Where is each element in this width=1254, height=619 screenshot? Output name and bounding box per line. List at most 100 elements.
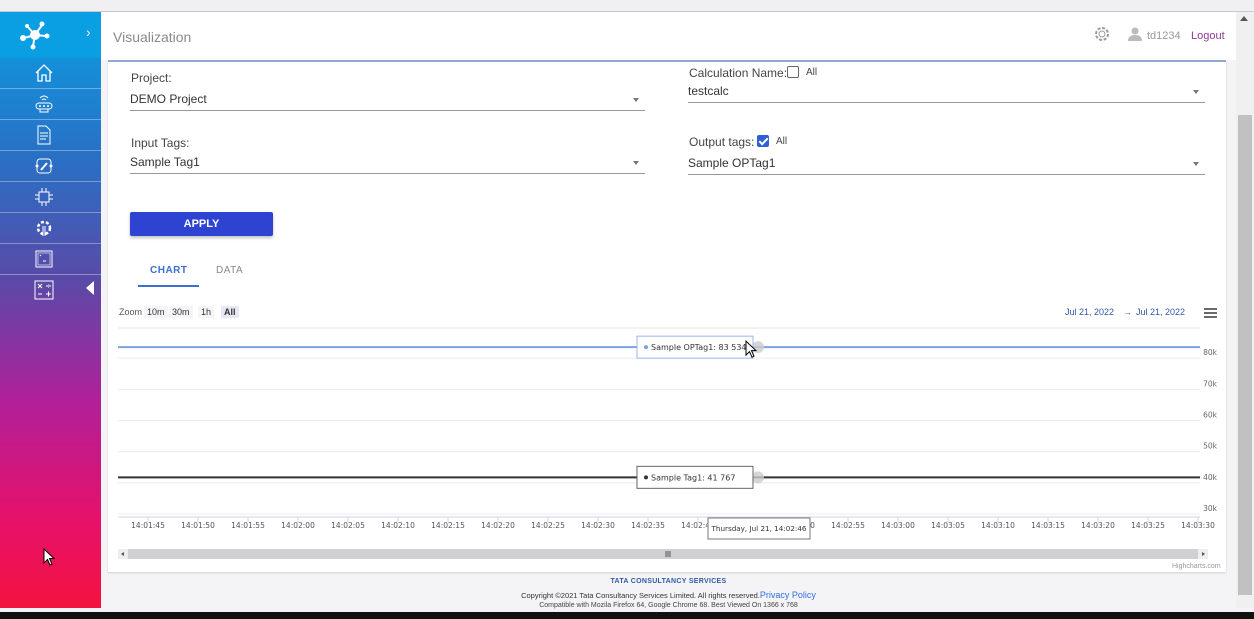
calculator-icon: [34, 280, 54, 300]
chevron-down-icon: [1193, 162, 1199, 166]
y-tick-label: 50k: [1203, 442, 1218, 451]
calculation-name-label: Calculation Name:: [689, 66, 788, 80]
project-label: Project:: [131, 71, 172, 85]
chip-icon: [35, 188, 53, 206]
sidebar-item-configuration[interactable]: [0, 213, 101, 244]
x-tick-label: 14:02:25: [531, 521, 565, 530]
date-to-input[interactable]: Jul 21, 2022: [1136, 307, 1185, 317]
copyright-text: Copyright ©2021 Tata Consultancy Service…: [521, 591, 760, 600]
output-tags-all-label: All: [776, 136, 788, 147]
mouse-cursor-icon: [43, 548, 56, 566]
username: td1234: [1147, 30, 1181, 42]
app-logo[interactable]: ›: [0, 12, 101, 58]
date-from-input[interactable]: Jul 21, 2022: [1065, 307, 1114, 317]
y-tick-label: 40k: [1203, 473, 1218, 482]
x-tick-label: 14:03:10: [981, 521, 1015, 530]
gear-icon[interactable]: [1093, 25, 1111, 43]
device-icon: [35, 95, 53, 113]
network-logo-icon: [20, 21, 50, 50]
taskbar: [0, 612, 1254, 619]
series-tooltip-text: Sample OPTag1: 83 534: [651, 343, 747, 352]
tcs-brand-logo: TATA CONSULTANCY SERVICES: [610, 578, 727, 585]
active-tab-indicator: [138, 285, 199, 287]
zoom-1h-button[interactable]: 1h: [198, 306, 215, 318]
output-tags-all-checkbox[interactable]: [757, 135, 769, 147]
user-icon: [1128, 27, 1142, 41]
x-tick-label: 14:03:20: [1081, 521, 1115, 530]
input-tags-value: Sample Tag1: [130, 155, 200, 169]
calculation-all-checkbox[interactable]: [787, 66, 799, 78]
sidebar-item-calculation-editor[interactable]: [0, 151, 101, 182]
sidebar-item-documents[interactable]: [0, 120, 101, 151]
zoom-30m-button[interactable]: 30m: [169, 306, 193, 318]
sidebar-item-processing[interactable]: [0, 182, 101, 213]
x-tick-label: 14:03:30: [1181, 521, 1215, 530]
x-tick-label: 14:03:05: [931, 521, 965, 530]
chevron-down-icon: [633, 161, 639, 165]
settings-tool-icon: [36, 220, 52, 236]
sidebar-item-devices[interactable]: [0, 89, 101, 120]
output-tags-select[interactable]: Sample OPTag1: [688, 153, 1205, 175]
x-tick-label: 14:02:05: [331, 521, 365, 530]
x-tick-label: 14:01:55: [231, 521, 265, 530]
sidebar-item-calculator[interactable]: [0, 275, 101, 306]
x-hover-tooltip-text: Thursday, Jul 21, 14:02:46: [711, 524, 807, 533]
x-tick-label: 14:02:20: [481, 521, 515, 530]
sidebar-item-console[interactable]: [0, 244, 101, 275]
line-chart: 30k 40k 50k 60k 70k 80k 14:01:45 14:01:50 14:01:…: [118, 327, 1218, 559]
input-tags-select[interactable]: Sample Tag1: [130, 152, 645, 174]
zoom-label: Zoom: [119, 307, 143, 317]
edit-flow-icon: [35, 158, 53, 174]
compatibility-note: Compatible with Mozila Firefox 64, Googl…: [539, 602, 798, 609]
x-tick-label: 14:02:55: [831, 521, 865, 530]
logout-link[interactable]: Logout: [1191, 30, 1225, 42]
page-scrollbar-thumb[interactable]: [1238, 115, 1252, 595]
project-select[interactable]: DEMO Project: [130, 89, 645, 111]
x-tick-label: 14:02:35: [631, 521, 665, 530]
x-tick-label: 14:02:15: [431, 521, 465, 530]
calculation-name-value: testcalc: [688, 84, 729, 98]
tab-data[interactable]: DATA: [216, 265, 243, 276]
chevron-down-icon: [633, 98, 639, 102]
x-tick-label: 14:02:00: [281, 521, 315, 530]
footer: TATA CONSULTANCY SERVICES Copyright ©202…: [101, 572, 1236, 612]
highcharts-credit[interactable]: Highcharts.com: [1172, 563, 1221, 570]
expand-sidebar-icon[interactable]: ›: [86, 24, 91, 40]
scroll-up-arrow-icon[interactable]: [1240, 16, 1248, 21]
document-icon: [37, 125, 51, 145]
zoom-10m-button[interactable]: 10m: [144, 306, 168, 318]
terminal-icon: [35, 250, 53, 268]
x-tick-label: 14:02:10: [381, 521, 415, 530]
tooltip-bullet: [644, 345, 648, 350]
zoom-all-button[interactable]: All: [221, 306, 239, 318]
input-tags-label: Input Tags:: [131, 136, 190, 150]
hamburger-menu-icon[interactable]: [1204, 308, 1217, 318]
x-tick-label: 14:02:30: [581, 521, 615, 530]
x-tick-label: 14:01:50: [181, 521, 215, 530]
calculation-name-select[interactable]: testcalc: [688, 81, 1205, 103]
sidebar: ›: [0, 12, 101, 608]
browser-toolbar: [0, 0, 1254, 12]
sidebar-item-home[interactable]: [0, 58, 101, 89]
chart-scrollbar-track[interactable]: [118, 549, 1208, 559]
home-icon: [35, 64, 53, 82]
output-tags-value: Sample OPTag1: [688, 156, 776, 170]
tab-chart[interactable]: CHART: [150, 265, 188, 276]
x-tick-label: 14:01:45: [131, 521, 165, 530]
tooltip-bullet: [644, 475, 648, 480]
calculation-all-label: All: [806, 67, 818, 78]
project-value: DEMO Project: [130, 92, 207, 106]
privacy-policy-link[interactable]: Privacy Policy: [760, 590, 816, 600]
output-tags-label: Output tags:: [689, 135, 755, 149]
page-title: Visualization: [113, 29, 192, 45]
y-tick-label: 60k: [1203, 411, 1218, 420]
x-tick-label: 14:03:00: [881, 521, 915, 530]
top-header: Visualization td1234 Logout: [101, 12, 1236, 60]
y-tick-label: 80k: [1203, 348, 1218, 357]
apply-button[interactable]: APPLY: [130, 212, 273, 236]
x-tick-label: 14:03:15: [1031, 521, 1065, 530]
x-tick-label: 14:03:25: [1131, 521, 1165, 530]
hover-marker: [752, 341, 764, 354]
y-tick-label: 70k: [1203, 379, 1218, 388]
collapse-sidebar-icon[interactable]: [86, 281, 94, 295]
